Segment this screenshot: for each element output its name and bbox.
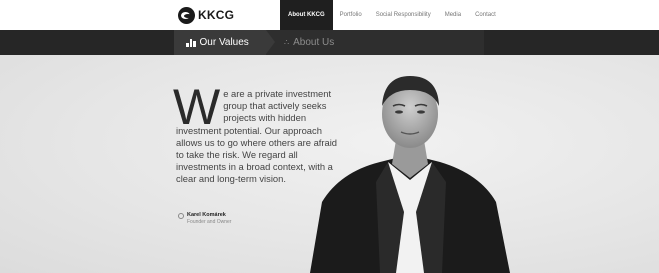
signature-circle-icon: [178, 213, 184, 219]
signature-name: Karel Komárek: [187, 212, 226, 218]
nav-item-contact[interactable]: Contact: [468, 0, 503, 30]
logo[interactable]: KKCG: [178, 6, 234, 24]
top-header: KKCG About KKCG Portfolio Social Respons…: [0, 0, 659, 30]
nav-item-about-kkcg[interactable]: About KKCG: [280, 0, 333, 30]
signature-role: Founder and Owner: [187, 219, 232, 225]
kkcg-logo-icon: [178, 6, 195, 24]
main-nav: About KKCG Portfolio Social Responsibili…: [280, 0, 503, 30]
subnav-tab-our-values[interactable]: Our Values: [174, 30, 275, 55]
subnav-tab-about-us[interactable]: ∴ About Us: [282, 30, 334, 55]
founder-portrait: [310, 76, 510, 273]
signature: Karel Komárek Founder and Owner: [178, 212, 231, 225]
nav-item-social-responsibility[interactable]: Social Responsibility: [369, 0, 438, 30]
subnav-tab-label: Our Values: [199, 37, 249, 48]
logo-text: KKCG: [198, 8, 235, 22]
bar-chart-icon: [186, 38, 196, 47]
subnav-tab-label: About Us: [293, 37, 335, 48]
nav-item-media[interactable]: Media: [438, 0, 468, 30]
nav-item-portfolio[interactable]: Portfolio: [333, 0, 369, 30]
triangle-dots-icon: ∴: [284, 38, 290, 47]
sub-nav-bar: Our Values ∴ About Us: [0, 30, 659, 55]
drop-cap: W: [173, 79, 221, 135]
